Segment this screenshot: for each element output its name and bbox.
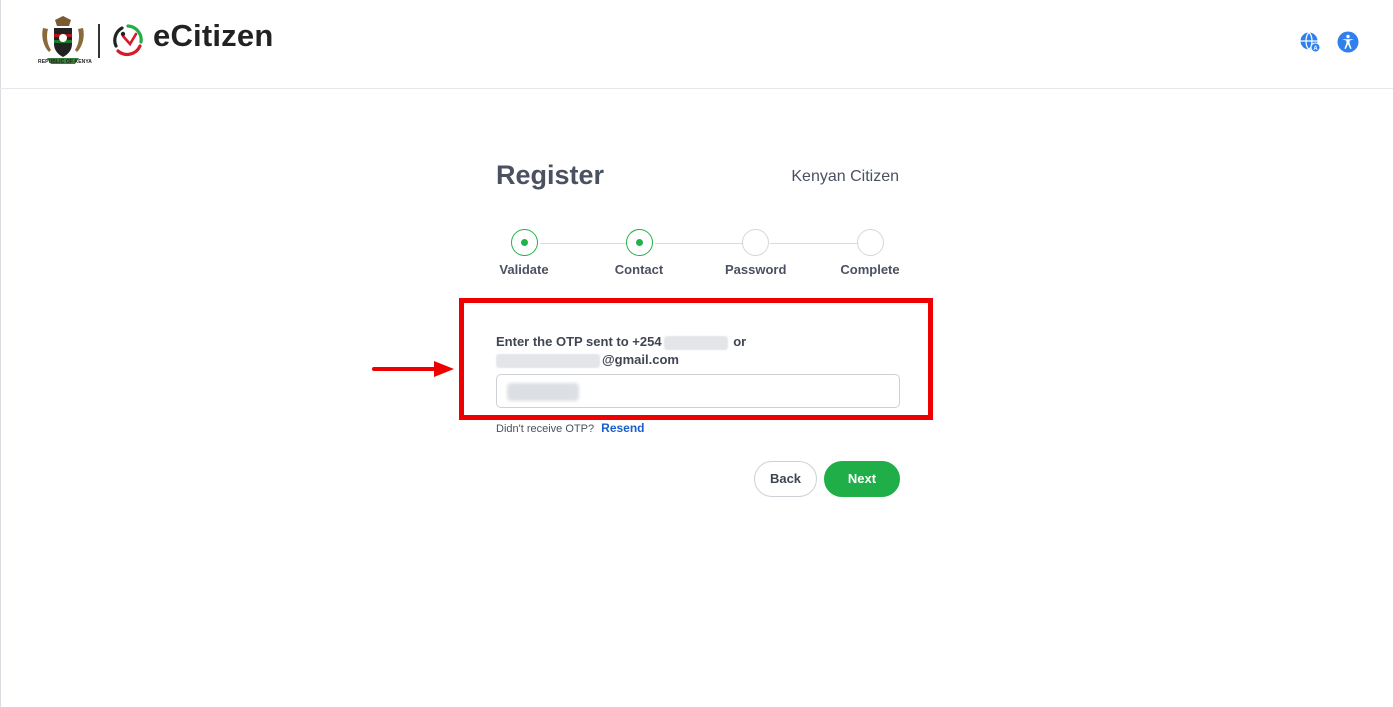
step-check-icon [625, 229, 653, 256]
step-pending-icon [741, 229, 769, 256]
step-password: Password [725, 228, 787, 277]
step-contact: Contact [609, 228, 669, 277]
annotation-highlight-box [459, 298, 933, 420]
step-label: Password [725, 262, 787, 277]
next-button[interactable]: Next [824, 461, 900, 497]
resend-link[interactable]: Resend [601, 421, 644, 435]
accessibility-icon[interactable] [1337, 31, 1359, 53]
annotation-arrow-icon [372, 361, 454, 377]
step-complete: Complete [840, 228, 900, 277]
brand-name: eCitizen [153, 18, 274, 53]
page-title: Register [496, 160, 605, 190]
citizen-type-label: Kenyan Citizen [791, 168, 899, 185]
svg-text:A: A [1313, 46, 1318, 52]
step-label: Complete [840, 262, 900, 277]
step-pending-icon [856, 229, 884, 256]
step-label: Validate [499, 262, 549, 277]
logo-divider [98, 24, 100, 58]
resend-prompt: Didn't receive OTP? [496, 423, 595, 435]
back-button[interactable]: Back [754, 461, 817, 497]
resend-row: Didn't receive OTP? Resend [496, 421, 645, 435]
site-header: REPUBLIC OF KENYA eCitizen A [0, 0, 1393, 89]
language-icon[interactable]: A [1299, 31, 1321, 53]
coat-caption: REPUBLIC OF KENYA [38, 59, 93, 65]
step-validate: Validate [494, 228, 554, 277]
step-check-icon [510, 229, 538, 256]
step-label: Contact [614, 262, 664, 277]
ecitizen-logo-icon [113, 24, 143, 56]
registration-stepper: Validate Contact Password Complete [496, 228, 904, 280]
